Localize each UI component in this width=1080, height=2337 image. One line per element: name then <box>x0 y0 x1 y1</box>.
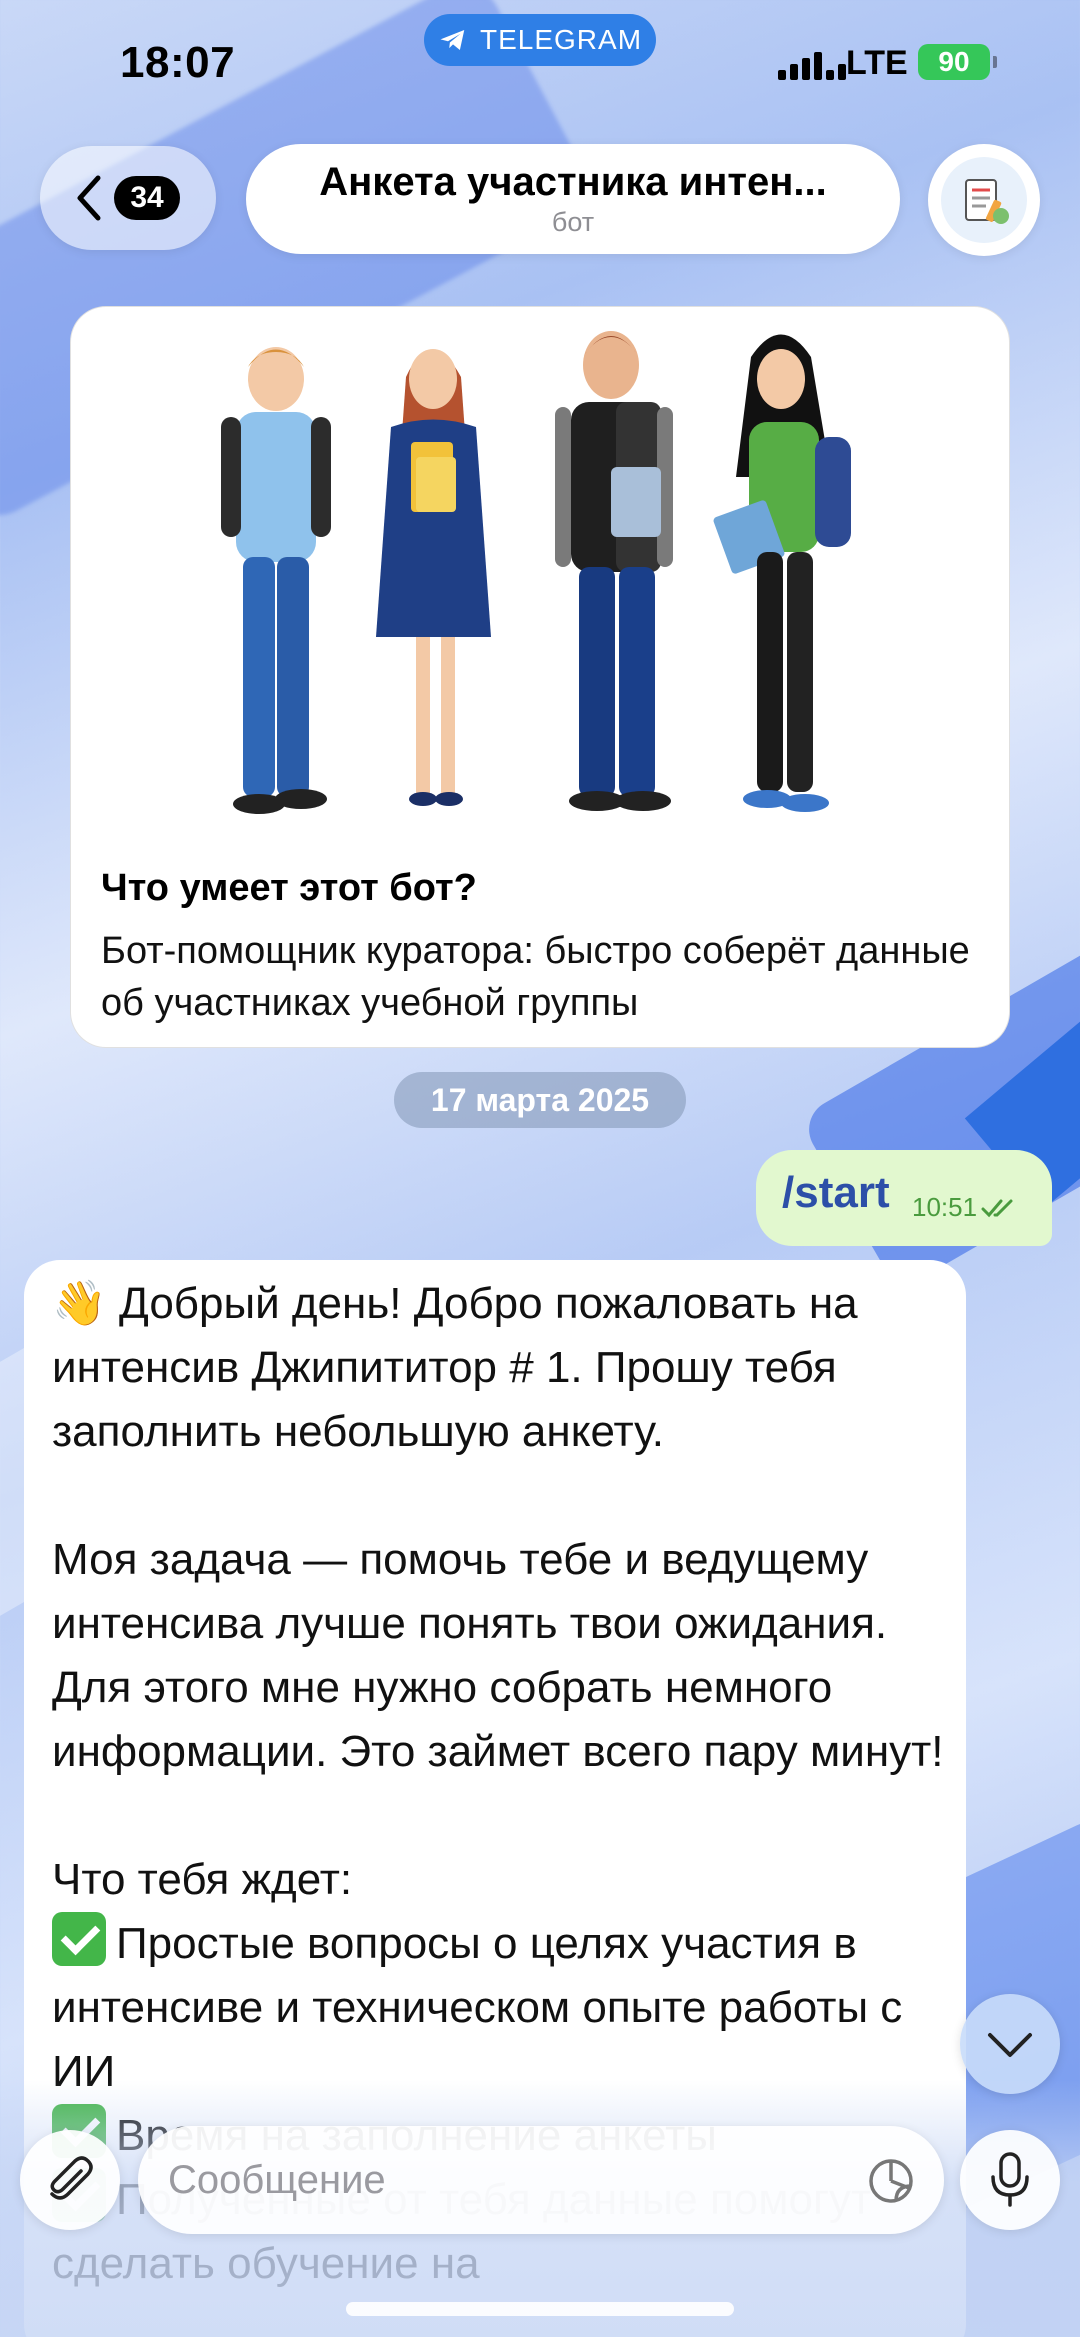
message-greeting: Добрый день! Добро пожаловать на интенси… <box>52 1279 858 1456</box>
chat-title-pill[interactable]: Анкета участника интен... бот <box>246 144 900 254</box>
scroll-to-bottom-button[interactable] <box>960 1994 1060 2094</box>
battery-level: 90 <box>938 46 970 77</box>
status-time: 18:07 <box>120 38 236 87</box>
network-type: LTE <box>846 44 908 82</box>
chat-title: Анкета участника интен... <box>319 160 827 204</box>
bot-info-card: Что умеет этот бот? Бот-помощник куратор… <box>70 306 1010 1048</box>
outgoing-message-meta: 10:51 <box>912 1192 1019 1223</box>
microphone-icon <box>991 2152 1029 2207</box>
outgoing-message-time: 10:51 <box>912 1192 978 1222</box>
bot-avatar[interactable] <box>928 144 1040 256</box>
telegram-pill-label: TELEGRAM <box>479 24 643 55</box>
date-separator: 17 марта 2025 <box>394 1072 686 1128</box>
waving-hand-icon: 👋 <box>52 1278 107 1329</box>
chat-subtitle: бот <box>551 207 595 237</box>
checklist-clipboard-icon <box>965 179 1009 224</box>
telegram-return-pill[interactable]: TELEGRAM <box>424 14 656 66</box>
sticker-icon[interactable] <box>866 2156 916 2206</box>
message-section-heading: Что тебя ждет: <box>52 1855 353 1904</box>
unread-badge: 34 <box>114 176 180 220</box>
message-paragraph: Моя задача — помочь тебе и ведущему инте… <box>52 1535 944 1776</box>
outgoing-message[interactable]: /start 10:51 <box>756 1150 1052 1246</box>
telegram-plane-icon <box>440 30 465 50</box>
home-indicator[interactable] <box>346 2302 734 2316</box>
double-check-icon <box>981 1199 1013 1217</box>
outgoing-message-text[interactable]: /start <box>782 1168 890 1218</box>
message-list-item: Простые вопросы о целях участия в интенс… <box>52 1919 903 2096</box>
chevron-down-icon <box>988 2033 1032 2057</box>
message-input-bar[interactable] <box>138 2126 944 2234</box>
bot-info-heading: Что умеет этот бот? <box>101 867 477 909</box>
chevron-left-icon <box>77 175 101 221</box>
attach-button[interactable] <box>20 2130 120 2230</box>
signal-icon <box>778 48 846 80</box>
bot-info-description: Бот-помощник куратора: быстро соберёт да… <box>101 930 970 1024</box>
check-mark-icon <box>52 1912 106 1966</box>
paperclip-icon <box>50 2156 93 2200</box>
students-illustration <box>221 331 851 814</box>
back-button[interactable]: 34 <box>40 146 216 250</box>
battery-icon: 90 <box>918 44 997 80</box>
microphone-button[interactable] <box>960 2130 1060 2230</box>
message-input[interactable] <box>168 2148 848 2212</box>
